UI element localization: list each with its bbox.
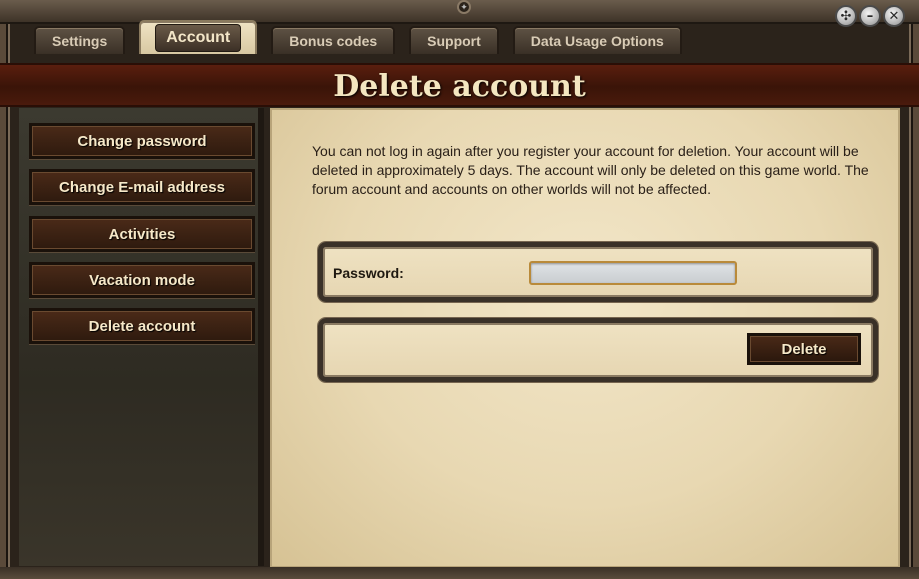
sidebar-item-activities[interactable]: Activities: [29, 216, 255, 252]
tab-settings[interactable]: Settings: [34, 26, 126, 54]
password-label: Password:: [333, 265, 404, 281]
tab-support[interactable]: Support: [409, 26, 499, 54]
sidebar: Change password Change E-mail address Ac…: [19, 108, 264, 566]
help-icon[interactable]: ✣: [835, 5, 857, 27]
window-controls: ✣ – ✕: [835, 5, 905, 27]
tab-data-usage-options[interactable]: Data Usage Options: [512, 26, 682, 54]
content-panel: You can not log in again after you regis…: [270, 108, 900, 568]
sidebar-item-vacation-mode[interactable]: Vacation mode: [29, 262, 255, 298]
tab-account-label: Account: [155, 24, 242, 52]
tab-bar: Settings Account Bonus codes Support Dat…: [34, 20, 682, 54]
delete-button[interactable]: Delete: [747, 333, 861, 365]
minimize-icon[interactable]: –: [859, 5, 881, 27]
password-input[interactable]: [529, 261, 737, 285]
window-bottom-frame: [0, 567, 919, 579]
page-header: Delete account: [0, 63, 919, 107]
password-panel: Password:: [318, 242, 878, 302]
page-title: Delete account: [333, 69, 586, 104]
sidebar-item-change-email[interactable]: Change E-mail address: [29, 169, 255, 205]
sidebar-item-change-password[interactable]: Change password: [29, 123, 255, 159]
ornament-icon: ✦: [457, 0, 471, 14]
close-icon[interactable]: ✕: [883, 5, 905, 27]
sidebar-item-delete-account[interactable]: Delete account: [29, 308, 255, 344]
delete-panel: Delete: [318, 318, 878, 382]
tab-bonus-codes[interactable]: Bonus codes: [271, 26, 396, 54]
deletion-description: You can not log in again after you regis…: [312, 143, 869, 197]
tab-account[interactable]: Account: [139, 20, 258, 54]
window-top-frame: ✦: [0, 0, 919, 24]
